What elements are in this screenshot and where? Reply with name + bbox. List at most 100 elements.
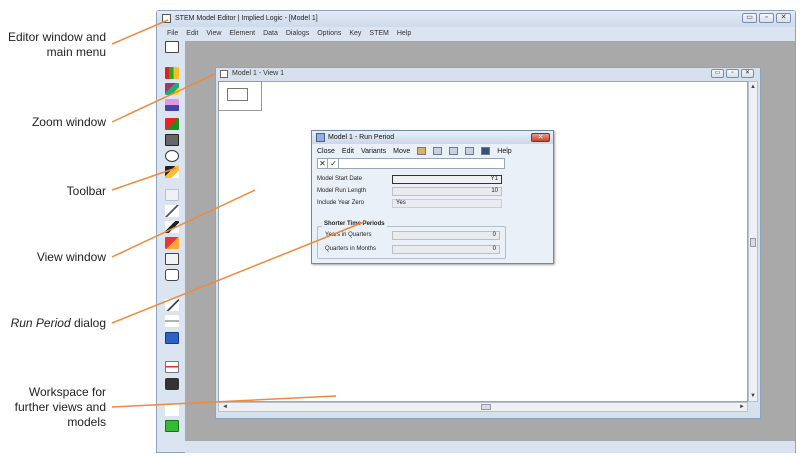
cancel-edit-icon[interactable]: ✕ [318, 159, 328, 168]
scroll-up-icon[interactable]: ▲ [750, 84, 756, 90]
resource-tool-icon[interactable] [165, 67, 179, 79]
annotation-toolbar: Toolbar [66, 184, 106, 198]
field-label-run-length: Model Run Length [317, 188, 367, 194]
table-tool-icon[interactable] [165, 134, 179, 146]
dialog-menu: Close Edit Variants Move Help [317, 146, 512, 156]
run-period-dialog: Model 1 - Run Period ✕ Close Edit Varian… [311, 130, 554, 264]
editor-window-buttons: ▭ ▫ ✕ [742, 13, 791, 23]
menu-stem[interactable]: STEM [369, 30, 388, 37]
location-tool-icon[interactable] [165, 237, 179, 249]
cable-tool-icon[interactable] [165, 221, 179, 233]
chart-tool-icon[interactable] [165, 99, 179, 111]
workspace[interactable]: Model 1 - View 1 ▭ ▫ ✕ Model 1 - Run Per… [185, 41, 795, 441]
menu-element[interactable]: Element [229, 30, 255, 37]
dialog-menu-edit[interactable]: Edit [342, 148, 354, 155]
select-tool-icon[interactable] [165, 41, 179, 53]
pencil-tool-icon[interactable] [165, 166, 179, 178]
toolbar [162, 41, 184, 446]
service-tool-icon[interactable] [165, 83, 179, 95]
horizontal-scrollbar[interactable]: ◄ ► [218, 402, 748, 412]
horizontal-scroll-thumb[interactable] [481, 404, 491, 410]
view-title: Model 1 - View 1 [232, 70, 285, 77]
scroll-left-icon[interactable]: ◄ [222, 404, 228, 410]
maximize-button[interactable]: ▫ [759, 13, 774, 23]
view-minimize-button[interactable]: ▭ [711, 69, 724, 78]
screenshot-page: Editor window and main menu Zoom window … [0, 0, 800, 457]
dialog-title: Model 1 - Run Period [328, 134, 395, 141]
view-window-buttons: ▭ ▫ ✕ [711, 69, 754, 78]
annotation-run-period: Run Period dialog [2, 316, 106, 331]
scroll-down-icon[interactable]: ▼ [750, 393, 756, 399]
rotate-tool-icon[interactable] [165, 269, 179, 281]
annotation-run-period-italic: Run Period [10, 316, 71, 330]
zoom-tool-icon[interactable] [165, 299, 179, 311]
run-length-field[interactable]: 10 [392, 187, 502, 196]
quarters-in-months-field[interactable]: 0 [392, 245, 500, 254]
dialog-help-icon[interactable] [481, 147, 491, 155]
minimize-button[interactable]: ▭ [742, 13, 757, 23]
accept-edit-icon[interactable]: ✓ [329, 159, 339, 168]
zoom-window[interactable] [218, 81, 262, 111]
menu-view[interactable]: View [206, 30, 221, 37]
status-bar [185, 441, 795, 453]
grid-icon[interactable] [433, 147, 443, 155]
text-tool-icon[interactable] [165, 332, 179, 344]
menu-data[interactable]: Data [263, 30, 278, 37]
vertical-scroll-thumb[interactable] [750, 238, 756, 247]
arrows-tool-icon[interactable] [165, 420, 179, 432]
annotation-editor: Editor window and main menu [7, 30, 106, 59]
editor-window: STEM Model Editor | Implied Logic - [Mod… [156, 10, 796, 453]
editor-titlebar[interactable]: STEM Model Editor | Implied Logic - [Mod… [157, 11, 795, 27]
format-icon[interactable] [465, 147, 475, 155]
annotation-view: View window [36, 250, 106, 264]
network-tool-icon[interactable] [165, 253, 179, 265]
edit-line[interactable]: ✕ ✓ [317, 158, 505, 169]
menu-dialogs[interactable]: Dialogs [286, 30, 309, 37]
years-in-quarters-field[interactable]: 0 [392, 231, 500, 240]
editor-title: STEM Model Editor | Implied Logic - [Mod… [175, 15, 318, 22]
scroll-right-icon[interactable]: ► [739, 404, 745, 410]
menu-key[interactable]: Key [349, 30, 361, 37]
dialog-menu-move[interactable]: Move [393, 148, 410, 155]
field-label-start-date: Model Start Date [317, 176, 363, 182]
view-titlebar[interactable]: Model 1 - View 1 ▭ ▫ ✕ [216, 68, 760, 80]
start-date-field[interactable]: Y1 [392, 175, 502, 184]
copy-icon[interactable] [417, 147, 427, 155]
transform-tool-icon[interactable] [165, 205, 179, 217]
dialog-menu-variants[interactable]: Variants [361, 148, 386, 155]
annotation-run-period-rest: dialog [70, 316, 106, 330]
view-close-button[interactable]: ✕ [741, 69, 754, 78]
menu-help[interactable]: Help [397, 30, 411, 37]
menu-file[interactable]: File [167, 30, 178, 37]
main-menu: File Edit View Element Data Dialogs Opti… [157, 27, 795, 39]
close-button[interactable]: ✕ [776, 13, 791, 23]
blank-tool-icon[interactable] [165, 189, 179, 201]
camera-tool-icon[interactable] [165, 378, 179, 390]
menu-edit[interactable]: Edit [186, 30, 198, 37]
dialog-menu-help[interactable]: Help [497, 148, 511, 155]
app-icon [162, 14, 171, 23]
field-label-year-zero: Include Year Zero [317, 200, 365, 206]
view-maximize-button[interactable]: ▫ [726, 69, 739, 78]
results-tool-icon[interactable] [165, 361, 179, 373]
check-tool-icon[interactable] [165, 404, 179, 416]
vertical-scrollbar[interactable]: ▲ ▼ [748, 81, 758, 402]
dialog-menu-close[interactable]: Close [317, 148, 335, 155]
market-tool-icon[interactable] [165, 118, 179, 130]
link-tool-icon[interactable] [165, 150, 179, 162]
dialog-titlebar[interactable]: Model 1 - Run Period ✕ [312, 131, 553, 144]
shorter-periods-title: Shorter Time Periods [322, 221, 387, 227]
zoom-viewport-rect[interactable] [227, 88, 248, 101]
annotation-zoom: Zoom window [31, 115, 106, 129]
field-label-years-in-quarters: Years in Quarters [325, 232, 372, 238]
annotation-workspace: Workspace for further views and models [14, 385, 106, 429]
crosshair-tool-icon[interactable] [165, 315, 179, 327]
paste-icon[interactable] [449, 147, 459, 155]
year-zero-field[interactable]: Yes [392, 199, 502, 208]
view-window: Model 1 - View 1 ▭ ▫ ✕ Model 1 - Run Per… [215, 67, 761, 419]
menu-options[interactable]: Options [317, 30, 341, 37]
dialog-close-button[interactable]: ✕ [531, 133, 550, 142]
field-label-quarters-in-months: Quarters in Months [325, 246, 377, 252]
dialog-icon [316, 133, 325, 142]
view-canvas[interactable]: Model 1 - Run Period ✕ Close Edit Varian… [218, 81, 748, 402]
